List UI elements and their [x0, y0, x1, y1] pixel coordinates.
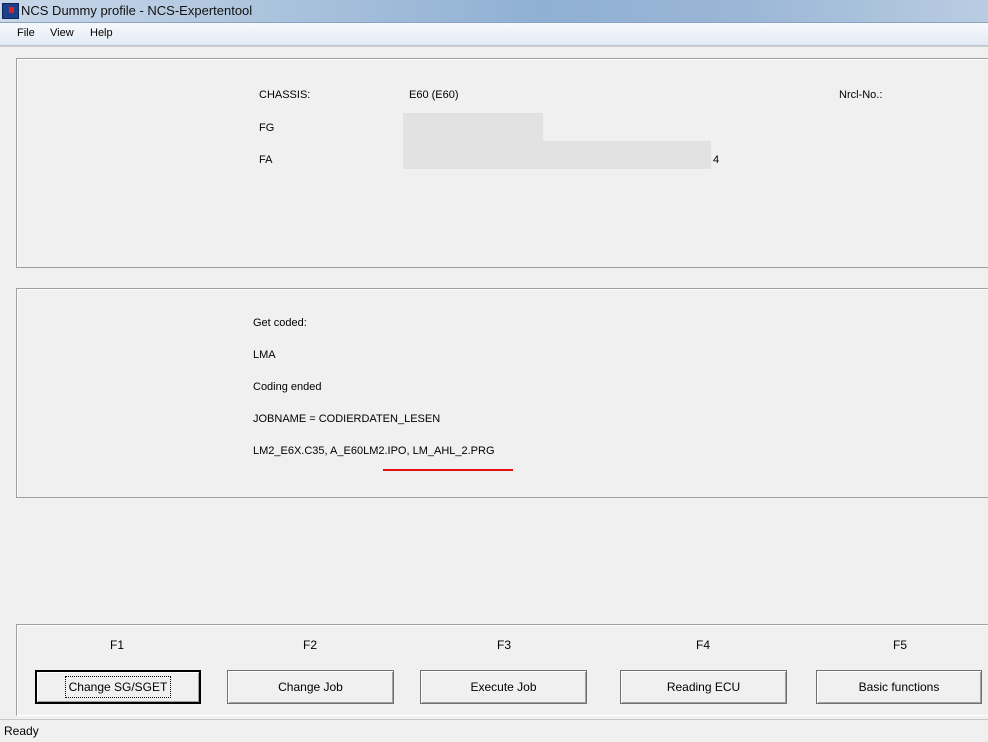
f4-key-label: F4 — [696, 638, 711, 652]
reading-ecu-label: Reading ECU — [666, 680, 741, 694]
change-sg-sget-button[interactable]: Change SG/SGET — [35, 670, 201, 704]
menu-view[interactable]: View — [50, 27, 74, 39]
app-icon — [2, 3, 19, 19]
fa-value-redacted — [403, 141, 711, 169]
fa-label: FA — [259, 154, 273, 166]
basic-functions-button[interactable]: Basic functions — [816, 670, 982, 704]
status-text: Ready — [4, 724, 39, 738]
job-output-panel — [16, 288, 988, 498]
window-title: NCS Dummy profile - NCS-Expertentool — [21, 3, 253, 18]
fg-value-redacted — [403, 113, 543, 141]
log-line: LM2_E6X.C35, A_E60LM2.IPO, LM_AHL_2.PRG — [253, 445, 495, 457]
log-line: JOBNAME = CODIERDATEN_LESEN — [253, 413, 441, 425]
nrcl-label: Nrcl-No.: — [839, 89, 883, 101]
execute-job-label: Execute Job — [470, 680, 537, 694]
log-line: Coding ended — [253, 381, 322, 393]
change-job-label: Change Job — [278, 680, 343, 694]
menu-bar: File View Help — [0, 23, 988, 46]
menu-help[interactable]: Help — [90, 27, 113, 39]
f1-key-label: F1 — [110, 638, 125, 652]
basic-functions-label: Basic functions — [858, 680, 940, 694]
log-line: Get coded: — [253, 317, 307, 329]
f3-key-label: F3 — [497, 638, 512, 652]
title-bar: NCS Dummy profile - NCS-Expertentool — [0, 0, 988, 23]
reading-ecu-button[interactable]: Reading ECU — [620, 670, 787, 704]
highlight-underline — [383, 469, 513, 471]
f2-key-label: F2 — [303, 638, 318, 652]
menu-file[interactable]: File — [17, 27, 35, 39]
execute-job-button[interactable]: Execute Job — [420, 670, 587, 704]
chassis-value: E60 (E60) — [409, 89, 459, 101]
change-sg-sget-label: Change SG/SGET — [64, 676, 172, 698]
fa-value-suffix: 4 — [713, 154, 720, 166]
fg-label: FG — [259, 122, 275, 134]
log-line: LMA — [253, 349, 276, 361]
change-job-button[interactable]: Change Job — [227, 670, 394, 704]
f5-key-label: F5 — [893, 638, 908, 652]
chassis-label: CHASSIS: — [259, 89, 311, 101]
status-bar: Ready — [0, 719, 988, 742]
